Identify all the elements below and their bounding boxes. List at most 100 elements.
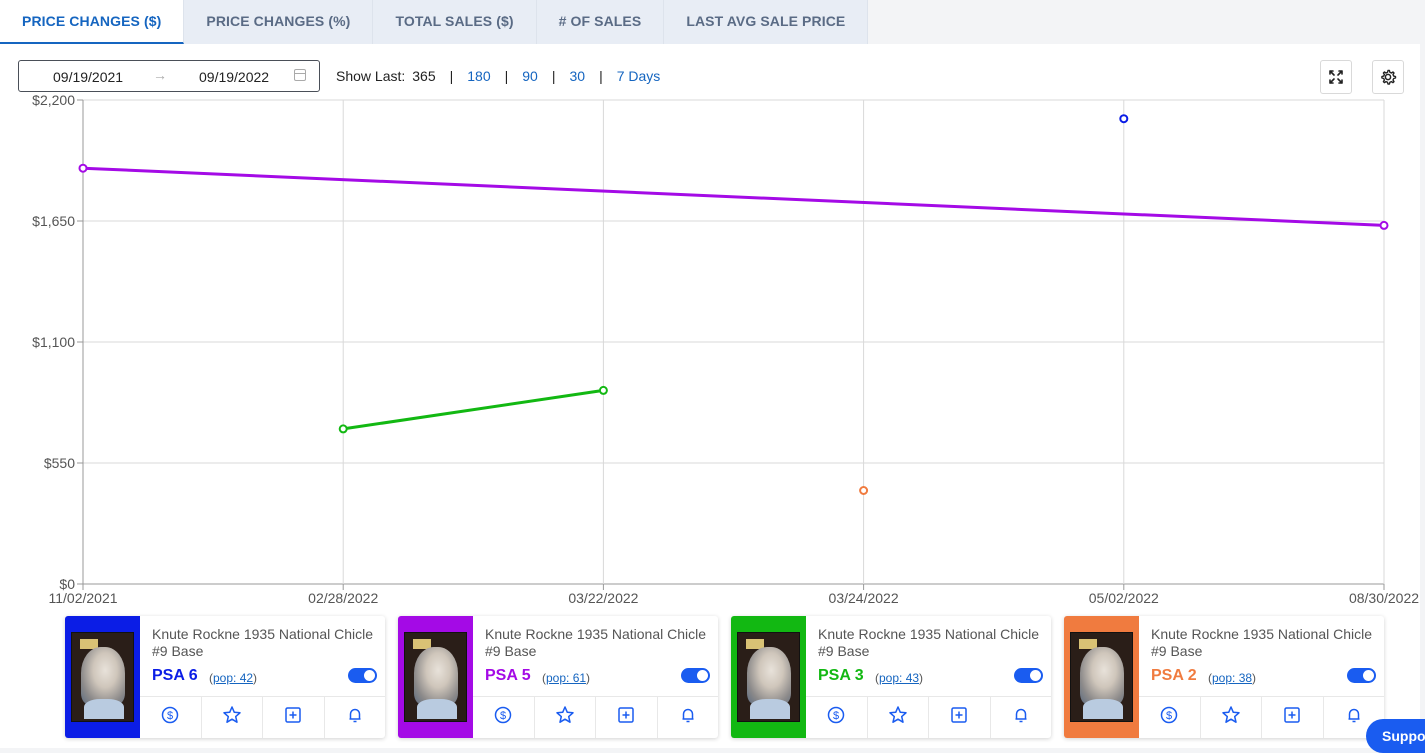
- series-visibility-toggle[interactable]: [681, 668, 710, 683]
- dollar-icon: $: [1160, 706, 1178, 729]
- population-link[interactable]: pop: 42: [213, 671, 253, 685]
- add-square-icon: [950, 706, 968, 729]
- dollar-button[interactable]: $: [473, 697, 535, 738]
- data-point: [338, 424, 348, 434]
- dollar-button[interactable]: $: [140, 697, 202, 738]
- x-tick-label: 08/30/2022: [1349, 590, 1419, 604]
- star-icon: [1221, 705, 1241, 730]
- data-point: [598, 385, 608, 395]
- bell-icon: [1345, 706, 1363, 729]
- star-button[interactable]: [1201, 697, 1262, 738]
- card-image[interactable]: [404, 632, 467, 722]
- add-square-button[interactable]: [596, 697, 658, 738]
- card-color-swatch: [65, 616, 140, 738]
- pop-close-paren: ): [586, 671, 591, 685]
- card-actions: $: [806, 696, 1051, 738]
- series-visibility-toggle[interactable]: [1014, 668, 1043, 683]
- data-point: [78, 163, 88, 173]
- population-link[interactable]: pop: 61: [546, 671, 586, 685]
- star-icon: [222, 705, 242, 730]
- card-actions: $: [473, 696, 718, 738]
- tab-number-of-sales[interactable]: # OF SALES: [536, 0, 665, 44]
- add-square-button[interactable]: [1262, 697, 1324, 738]
- dollar-icon: $: [494, 706, 512, 729]
- bell-icon: [1012, 706, 1030, 729]
- y-tick-label: $550: [44, 455, 75, 471]
- card-color-swatch: [731, 616, 806, 738]
- series-line: [82, 166, 1385, 227]
- add-square-icon: [617, 706, 635, 729]
- tab-price-changes-dollar[interactable]: PRICE CHANGES ($): [0, 0, 185, 44]
- add-square-button[interactable]: [929, 697, 991, 738]
- bell-icon: [679, 706, 697, 729]
- pop-close-paren: ): [253, 671, 258, 685]
- series-visibility-toggle[interactable]: [1347, 668, 1376, 683]
- card-population: (pop: 61): [542, 671, 590, 685]
- tab-total-sales[interactable]: TOTAL SALES ($): [373, 0, 537, 44]
- grade-card: Knute Rockne 1935 National Chicle #9 Bas…: [65, 616, 385, 738]
- svg-text:$: $: [167, 710, 173, 722]
- card-color-swatch: [398, 616, 473, 738]
- data-point: [1379, 220, 1389, 230]
- card-actions: $: [1139, 696, 1384, 738]
- bell-button[interactable]: [991, 697, 1052, 738]
- card-population: (pop: 38): [1208, 671, 1256, 685]
- x-tick-label: 03/22/2022: [568, 590, 638, 604]
- y-tick-label: $1,100: [32, 334, 75, 350]
- card-color-swatch: [1064, 616, 1139, 738]
- card-title: Knute Rockne 1935 National Chicle #9 Bas…: [1151, 626, 1373, 659]
- bell-button[interactable]: [325, 697, 386, 738]
- grade-card: Knute Rockne 1935 National Chicle #9 Bas…: [398, 616, 718, 738]
- card-grade: PSA 5: [485, 667, 531, 684]
- population-link[interactable]: pop: 38: [1212, 671, 1252, 685]
- tab-price-changes-percent[interactable]: PRICE CHANGES (%): [184, 0, 374, 44]
- dollar-button[interactable]: $: [806, 697, 868, 738]
- card-grade: PSA 3: [818, 667, 864, 684]
- population-link[interactable]: pop: 43: [879, 671, 919, 685]
- pop-close-paren: ): [919, 671, 924, 685]
- y-tick-label: $1,650: [32, 213, 75, 229]
- card-image[interactable]: [71, 632, 134, 722]
- card-grade: PSA 6: [152, 667, 198, 684]
- pop-close-paren: ): [1252, 671, 1257, 685]
- bell-icon: [346, 706, 364, 729]
- card-actions: $: [140, 696, 385, 738]
- dollar-icon: $: [827, 706, 845, 729]
- card-image[interactable]: [1070, 632, 1133, 722]
- card-title: Knute Rockne 1935 National Chicle #9 Bas…: [818, 626, 1040, 659]
- card-population: (pop: 42): [209, 671, 257, 685]
- svg-text:$: $: [500, 710, 506, 722]
- y-tick-label: $2,200: [32, 92, 75, 108]
- series-visibility-toggle[interactable]: [348, 668, 377, 683]
- add-square-button[interactable]: [263, 697, 325, 738]
- x-tick-label: 03/24/2022: [829, 590, 899, 604]
- grade-card: Knute Rockne 1935 National Chicle #9 Bas…: [1064, 616, 1384, 738]
- star-icon: [555, 705, 575, 730]
- add-square-icon: [1283, 706, 1301, 729]
- chart-tab-bar: PRICE CHANGES ($) PRICE CHANGES (%) TOTA…: [0, 0, 869, 44]
- card-title: Knute Rockne 1935 National Chicle #9 Bas…: [485, 626, 707, 659]
- svg-text:$: $: [833, 710, 839, 722]
- star-button[interactable]: [202, 697, 263, 738]
- svg-text:$: $: [1166, 710, 1172, 722]
- star-button[interactable]: [868, 697, 929, 738]
- card-grade: PSA 2: [1151, 667, 1197, 684]
- star-icon: [888, 705, 908, 730]
- data-point: [1119, 114, 1129, 124]
- x-tick-label: 02/28/2022: [308, 590, 378, 604]
- dollar-icon: $: [161, 706, 179, 729]
- dollar-button[interactable]: $: [1139, 697, 1201, 738]
- x-tick-label: 05/02/2022: [1089, 590, 1159, 604]
- series-line: [342, 388, 604, 431]
- add-square-icon: [284, 706, 302, 729]
- card-population: (pop: 43): [875, 671, 923, 685]
- x-tick-label: 11/02/2021: [48, 590, 117, 604]
- grade-card: Knute Rockne 1935 National Chicle #9 Bas…: [731, 616, 1051, 738]
- star-button[interactable]: [535, 697, 596, 738]
- card-title: Knute Rockne 1935 National Chicle #9 Bas…: [152, 626, 374, 659]
- card-image[interactable]: [737, 632, 800, 722]
- data-point: [859, 486, 869, 495]
- tab-last-avg-sale-price[interactable]: LAST AVG SALE PRICE: [664, 0, 869, 44]
- price-changes-chart: $0$550$1,100$1,650$2,20011/02/2021 02/28/…: [32, 92, 1419, 604]
- bell-button[interactable]: [658, 697, 719, 738]
